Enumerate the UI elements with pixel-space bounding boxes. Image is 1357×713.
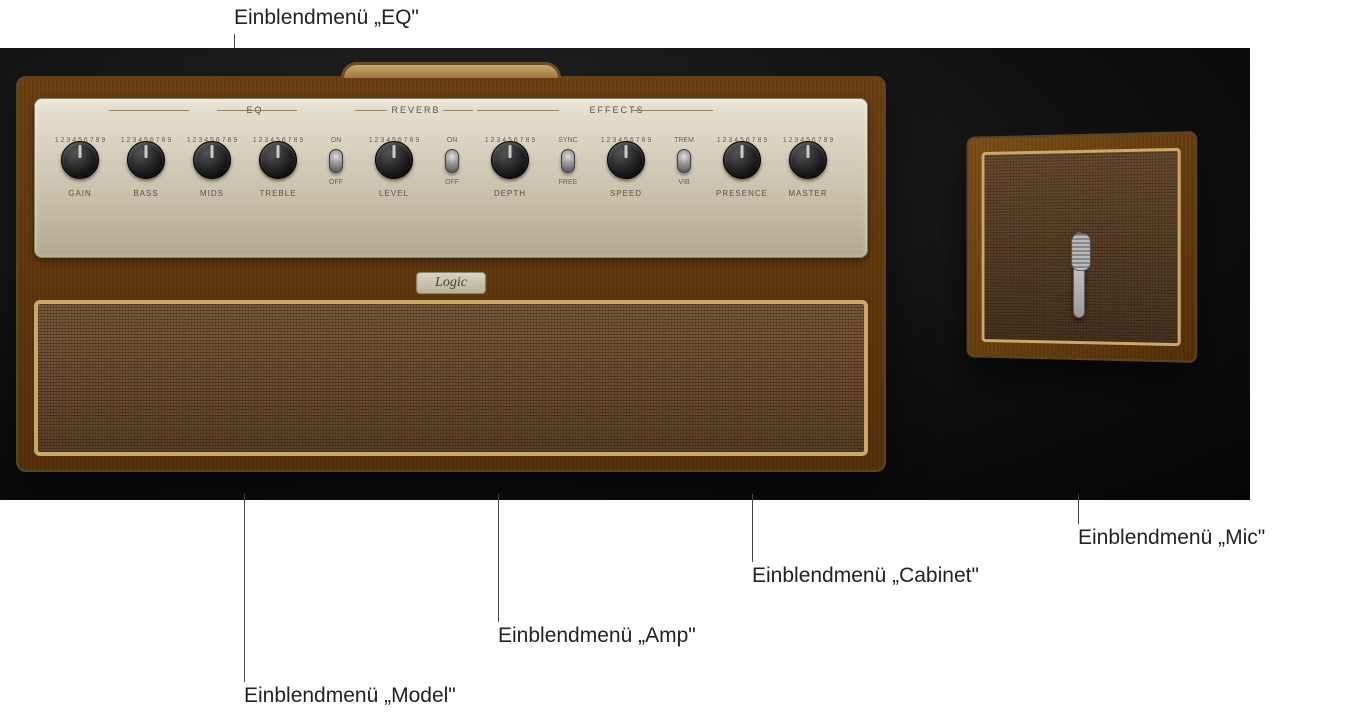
- knob-label: LEVEL: [379, 189, 409, 198]
- switch-vib-label: VIB: [678, 179, 689, 186]
- switch-icon: [445, 149, 459, 173]
- switch-icon: [329, 149, 343, 173]
- knob-dial-icon: [193, 141, 231, 179]
- callout-cabinet-line: [752, 494, 753, 562]
- knob-dial-icon: [789, 141, 827, 179]
- knob-bass[interactable]: 1 2 3 4 5 6 7 8 9 BASS: [113, 121, 179, 198]
- knob-label: MIDS: [200, 189, 224, 198]
- callout-mic-line: [1078, 494, 1079, 524]
- switch-sync-label: SYNC: [558, 137, 577, 144]
- section-rule: [217, 110, 297, 111]
- knob-label: BASS: [133, 189, 158, 198]
- knob-dial-icon: [127, 141, 165, 179]
- microphone-icon[interactable]: [1073, 232, 1085, 318]
- knob-depth[interactable]: 1 2 3 4 5 6 7 8 9 DEPTH: [477, 121, 543, 198]
- section-rule: [355, 110, 387, 111]
- section-rule: [109, 110, 189, 111]
- callout-model-label: Einblendmenü „Model": [244, 684, 456, 708]
- cabinet-face: [967, 131, 1198, 363]
- callout-model-line: [244, 494, 245, 682]
- switch-reverb-onoff[interactable]: ON OFF: [311, 121, 361, 173]
- switch-trem-label: TREM: [674, 137, 694, 144]
- switch-sync-free[interactable]: SYNC FREE: [543, 121, 593, 173]
- knob-presence[interactable]: 1 2 3 4 5 6 7 8 9 PRESENCE: [709, 121, 775, 198]
- knob-dial-icon: [491, 141, 529, 179]
- switch-icon: [677, 149, 691, 173]
- knob-treble[interactable]: 1 2 3 4 5 6 7 8 9 TREBLE: [245, 121, 311, 198]
- knob-label: TREBLE: [259, 189, 296, 198]
- plugin-stage: EQ REVERB EFFECTS 1 2 3 4 5 6 7 8 9 GAIN…: [0, 48, 1250, 500]
- switch-free-label: FREE: [559, 179, 578, 186]
- switch-off-label: OFF: [445, 179, 459, 186]
- knob-speed[interactable]: 1 2 3 4 5 6 7 8 9 SPEED: [593, 121, 659, 198]
- amp-speaker-grille: [34, 300, 868, 456]
- switch-on-label: ON: [331, 137, 342, 144]
- switch-effects-onoff[interactable]: ON OFF: [427, 121, 477, 173]
- logic-badge: Logic: [416, 272, 486, 294]
- knob-label: GAIN: [68, 189, 92, 198]
- knob-label: SPEED: [610, 189, 642, 198]
- amp-body: EQ REVERB EFFECTS 1 2 3 4 5 6 7 8 9 GAIN…: [16, 76, 886, 472]
- knob-label: MASTER: [788, 189, 827, 198]
- knob-dial-icon: [61, 141, 99, 179]
- callout-amp-label: Einblendmenü „Amp": [498, 624, 696, 648]
- amp-control-panel: EQ REVERB EFFECTS 1 2 3 4 5 6 7 8 9 GAIN…: [34, 98, 868, 258]
- knob-master[interactable]: 1 2 3 4 5 6 7 8 9 MASTER: [775, 121, 841, 198]
- switch-on-label: ON: [447, 137, 458, 144]
- callout-mic-label: Einblendmenü „Mic": [1078, 526, 1265, 550]
- knob-gain[interactable]: 1 2 3 4 5 6 7 8 9 GAIN: [47, 121, 113, 198]
- section-rule: [477, 110, 559, 111]
- callout-eq-label: Einblendmenü „EQ": [234, 6, 419, 30]
- section-rule: [631, 110, 713, 111]
- knob-mids[interactable]: 1 2 3 4 5 6 7 8 9 MIDS: [179, 121, 245, 198]
- cabinet-body[interactable]: [962, 134, 1196, 360]
- knob-dial-icon: [375, 141, 413, 179]
- knob-label: PRESENCE: [716, 189, 768, 198]
- callout-cabinet-label: Einblendmenü „Cabinet": [752, 564, 979, 588]
- switch-trem-vib[interactable]: TREM VIB: [659, 121, 709, 173]
- knob-dial-icon: [607, 141, 645, 179]
- section-rule: [443, 110, 473, 111]
- switch-icon: [561, 149, 575, 173]
- knob-level[interactable]: 1 2 3 4 5 6 7 8 9 LEVEL: [361, 121, 427, 198]
- callout-amp-line: [498, 494, 499, 622]
- knob-dial-icon: [259, 141, 297, 179]
- switch-off-label: OFF: [329, 179, 343, 186]
- amp-handle: [341, 62, 561, 78]
- knob-label: DEPTH: [494, 189, 526, 198]
- knob-dial-icon: [723, 141, 761, 179]
